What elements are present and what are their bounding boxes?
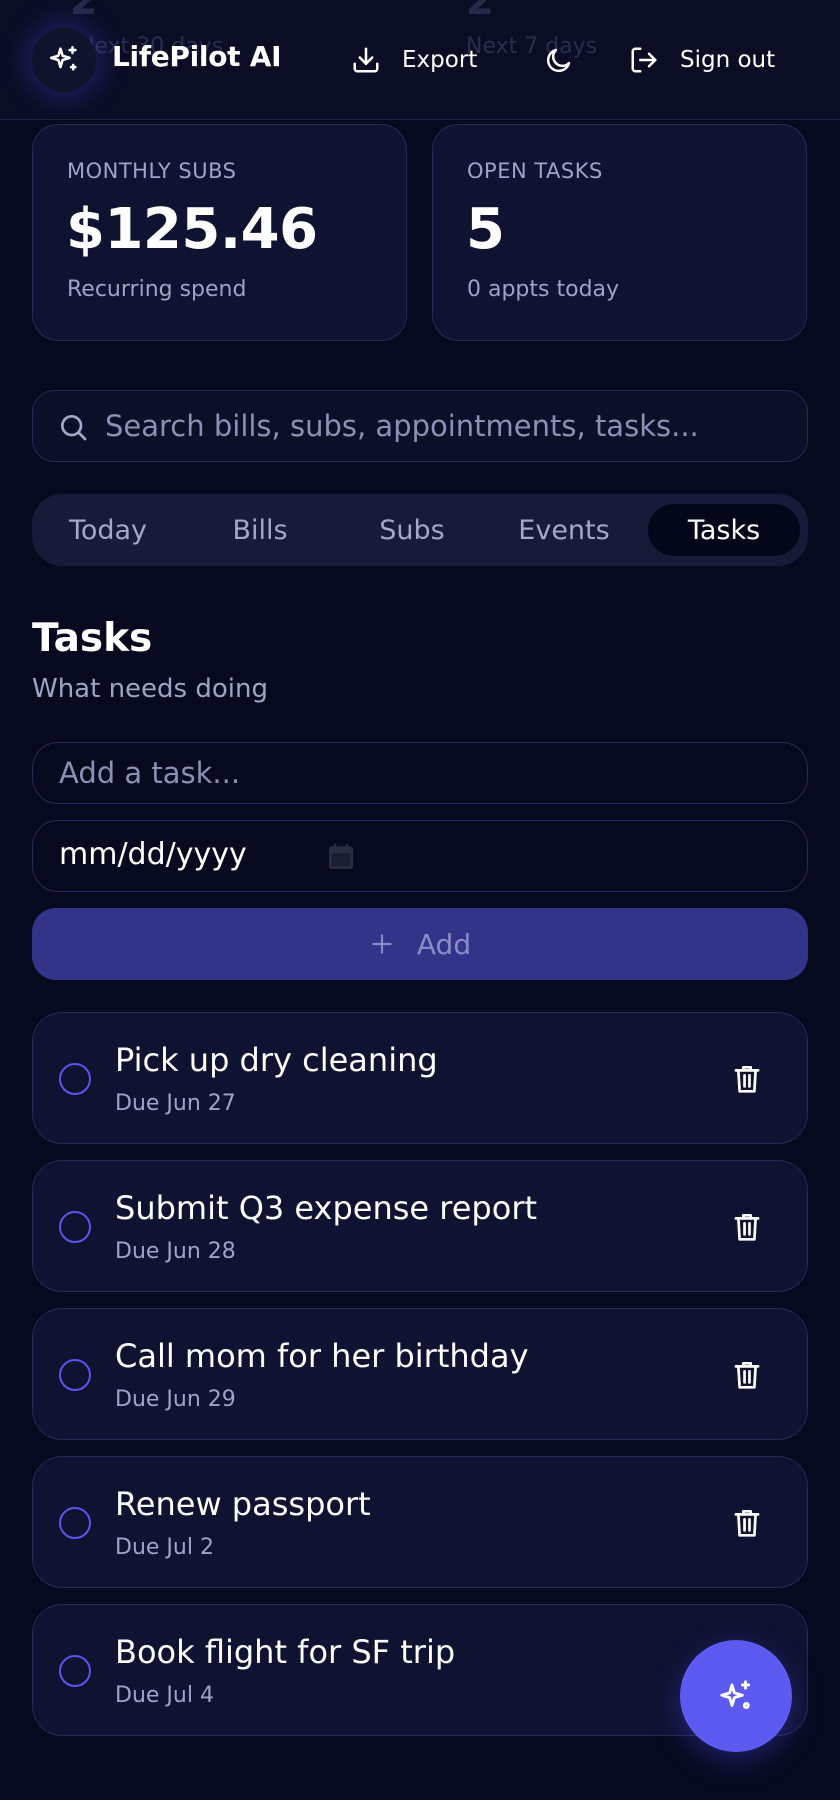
tab-bar: Today Bills Subs Events Tasks — [32, 494, 808, 566]
ghost-stat-value: 2 — [70, 0, 98, 24]
trash-icon — [734, 1361, 760, 1389]
tab-bills[interactable]: Bills — [194, 504, 326, 556]
sparkles-icon — [720, 1680, 751, 1709]
task-item: Pick up dry cleaning Due Jun 27 — [32, 1012, 808, 1144]
stat-card-open-tasks: OPEN TASKS 5 0 appts today — [432, 124, 807, 341]
delete-task-button[interactable] — [729, 1061, 765, 1097]
task-title: Call mom for her birthday — [115, 1337, 529, 1375]
stat-value: 5 — [466, 197, 505, 262]
app-title: LifePilot AI — [112, 40, 282, 73]
task-item: Renew passport Due Jul 2 — [32, 1456, 808, 1588]
task-input-field — [32, 742, 808, 804]
section-subtitle: What needs doing — [32, 674, 268, 704]
delete-task-button[interactable] — [729, 1209, 765, 1245]
task-due: Due Jul 2 — [115, 1535, 214, 1560]
search-icon — [61, 415, 87, 441]
app-logo[interactable] — [32, 28, 96, 92]
sign-out-button[interactable]: Sign out — [628, 36, 775, 84]
calendar-icon[interactable] — [325, 841, 357, 873]
stat-label: OPEN TASKS — [467, 159, 603, 183]
trash-icon — [734, 1509, 760, 1537]
tab-today[interactable]: Today — [42, 504, 174, 556]
stat-value: $125.46 — [66, 197, 318, 262]
ai-assistant-button[interactable] — [680, 1640, 792, 1752]
task-title: Submit Q3 expense report — [115, 1189, 538, 1227]
add-label: Add — [416, 927, 472, 961]
app-header: 2 Next 30 days 2 Next 7 days LifePilot A… — [0, 0, 840, 120]
task-item: Call mom for her birthday Due Jun 29 — [32, 1308, 808, 1440]
section-title: Tasks — [32, 616, 153, 661]
delete-task-button[interactable] — [729, 1505, 765, 1541]
search-input[interactable] — [105, 391, 785, 461]
theme-toggle[interactable] — [543, 36, 575, 84]
due-date-field[interactable]: mm/dd/yyyy — [32, 820, 808, 892]
delete-task-button[interactable] — [729, 1357, 765, 1393]
task-checkbox[interactable] — [59, 1655, 91, 1687]
task-due: Due Jun 28 — [115, 1239, 236, 1264]
task-input[interactable] — [59, 743, 779, 803]
task-item: Submit Q3 expense report Due Jun 28 — [32, 1160, 808, 1292]
export-label: Export — [402, 47, 478, 73]
task-checkbox[interactable] — [59, 1359, 91, 1391]
ghost-stat-value: 2 — [466, 0, 494, 24]
task-title: Pick up dry cleaning — [115, 1041, 438, 1079]
add-task-button[interactable]: Add — [32, 908, 808, 980]
stat-card-monthly-subs: MONTHLY SUBS $125.46 Recurring spend — [32, 124, 407, 341]
tab-events[interactable]: Events — [498, 504, 630, 556]
task-due: Due Jun 27 — [115, 1091, 236, 1116]
due-date-input[interactable]: mm/dd/yyyy — [59, 837, 247, 872]
moon-icon — [543, 44, 575, 76]
sign-out-icon — [628, 44, 660, 76]
download-icon — [350, 44, 382, 76]
sign-out-label: Sign out — [680, 47, 776, 73]
trash-icon — [734, 1065, 760, 1093]
task-due: Due Jun 29 — [115, 1387, 236, 1412]
tab-subs[interactable]: Subs — [346, 504, 478, 556]
plus-icon — [372, 934, 392, 954]
task-checkbox[interactable] — [59, 1211, 91, 1243]
stat-label: MONTHLY SUBS — [67, 159, 237, 183]
export-button[interactable]: Export — [350, 36, 477, 84]
task-checkbox[interactable] — [59, 1507, 91, 1539]
ghost-stat-label: Next 7 days — [466, 34, 598, 59]
task-title: Book flight for SF trip — [115, 1633, 456, 1671]
task-title: Renew passport — [115, 1485, 371, 1523]
task-checkbox[interactable] — [59, 1063, 91, 1095]
stat-caption: Recurring spend — [67, 277, 247, 302]
tab-tasks[interactable]: Tasks — [648, 504, 800, 556]
search-bar — [32, 390, 808, 462]
task-due: Due Jul 4 — [115, 1683, 214, 1708]
trash-icon — [734, 1213, 760, 1241]
sparkles-icon — [49, 45, 77, 71]
stat-caption: 0 appts today — [467, 277, 620, 302]
